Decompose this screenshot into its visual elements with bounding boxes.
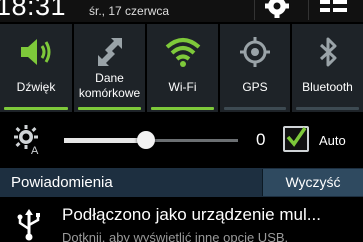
tile-label: Dane komórkowe	[78, 71, 141, 100]
svg-text:A: A	[31, 145, 39, 155]
tile-sound[interactable]: Dźwięk	[0, 24, 72, 112]
gps-icon	[220, 32, 290, 72]
tile-gps[interactable]: GPS	[220, 24, 290, 112]
brightness-row: A 0 Auto	[0, 114, 363, 166]
auto-brightness-checkbox[interactable]	[283, 126, 309, 152]
mobile-data-icon	[74, 32, 145, 72]
gear-icon[interactable]	[262, 0, 292, 25]
brightness-slider-thumb[interactable]	[136, 131, 155, 149]
header-divider	[308, 0, 309, 20]
tile-label: Bluetooth	[302, 80, 353, 94]
header-divider	[254, 0, 255, 20]
tile-active-indicator	[224, 107, 286, 110]
tile-label: Wi-Fi	[168, 80, 197, 94]
tile-label: GPS	[242, 80, 268, 94]
tile-wifi[interactable]: Wi-Fi	[147, 24, 218, 112]
auto-brightness-label: Auto	[319, 133, 346, 148]
status-header: 18:31 śr., 17 czerwca	[0, 0, 363, 22]
tile-label: Dźwięk	[16, 80, 56, 94]
quick-settings-panel: Dźwięk Dane komórkowe Wi-Fi GPS Bluetoot…	[0, 24, 363, 112]
bluetooth-icon	[292, 32, 363, 72]
tile-bluetooth[interactable]: Bluetooth	[292, 24, 363, 112]
tile-active-indicator	[4, 107, 68, 110]
brightness-value: 0	[256, 130, 266, 149]
notification-title: Podłączono jako urządzenie mul...	[62, 205, 321, 224]
date-label: śr., 17 czerwca	[89, 4, 170, 18]
usb-icon	[13, 209, 45, 242]
tile-mobile-data[interactable]: Dane komórkowe	[74, 24, 145, 112]
auto-brightness-icon: A	[14, 125, 42, 160]
clock-time: 18:31	[0, 0, 67, 21]
wifi-icon	[147, 32, 218, 72]
tile-active-indicator	[296, 107, 359, 110]
clear-all-button[interactable]: Wyczyść	[262, 169, 363, 196]
notifications-title: Powiadomienia	[11, 174, 113, 191]
tile-active-indicator	[151, 107, 214, 110]
tile-active-indicator	[78, 107, 141, 110]
notification-subtitle: Dotknij, aby wyświetlić inne opcje USB.	[62, 230, 289, 242]
notification-item[interactable]: Podłączono jako urządzenie mul... Dotkni…	[0, 197, 363, 242]
list-icon[interactable]	[318, 0, 350, 25]
notifications-header: Powiadomienia Wyczyść	[0, 168, 363, 197]
brightness-slider-fill	[64, 138, 146, 143]
speaker-icon	[0, 32, 72, 72]
